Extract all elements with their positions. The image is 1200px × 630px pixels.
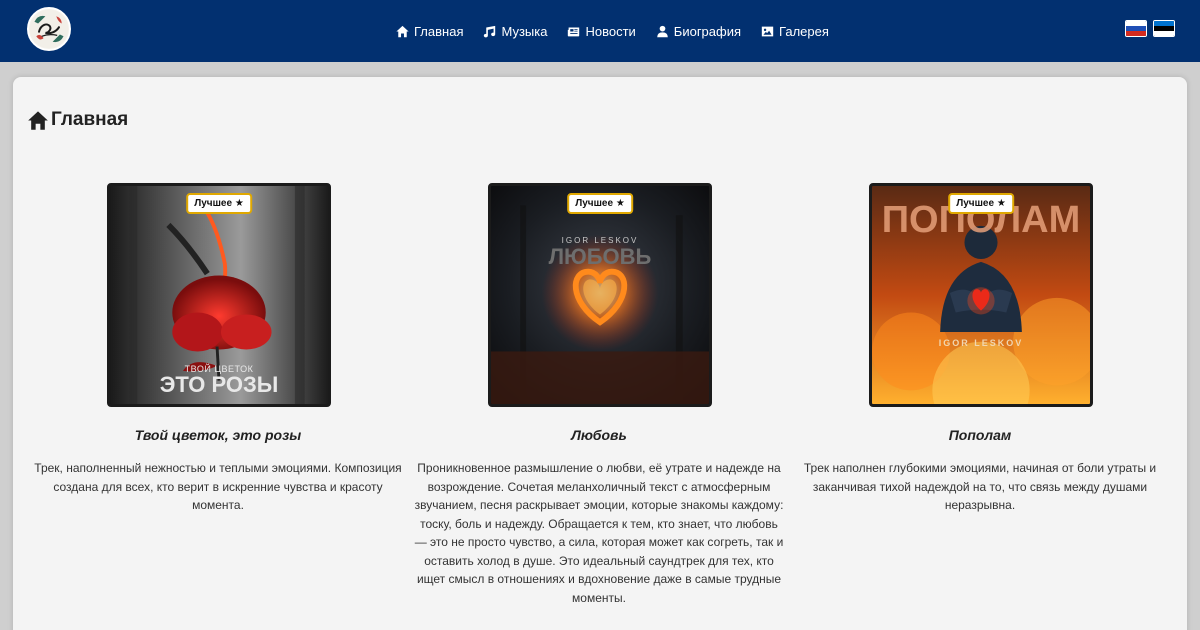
image-icon bbox=[761, 26, 774, 36]
flag-et-button[interactable] bbox=[1153, 20, 1175, 37]
user-icon bbox=[657, 25, 668, 37]
track-cover[interactable]: ТВОЙ ЦВЕТОК ЭТО РОЗЫ Лучшее ★ bbox=[107, 183, 331, 407]
cover-caption-artist: IGOR LESKOV bbox=[938, 338, 1024, 348]
leskov-logo-image bbox=[29, 9, 69, 49]
home-icon bbox=[396, 25, 409, 37]
home-icon bbox=[28, 110, 48, 130]
nav-item-label: Главная bbox=[414, 23, 464, 39]
nav-item-gallery[interactable]: Галерея bbox=[761, 24, 829, 39]
track-title[interactable]: Любовь bbox=[408, 427, 790, 443]
flag-stripe bbox=[1154, 31, 1174, 36]
nav-item-biography[interactable]: Биография bbox=[656, 24, 741, 39]
main-nav: Главная Музыка Новости Биография Галерея bbox=[396, 22, 829, 40]
cover-art-fire-heart bbox=[491, 186, 709, 404]
best-badge: Лучшее ★ bbox=[567, 193, 633, 214]
nav-item-home[interactable]: Главная bbox=[396, 24, 463, 39]
best-badge: Лучшее ★ bbox=[948, 193, 1014, 214]
music-note-icon bbox=[484, 25, 496, 37]
page-title: Главная bbox=[27, 109, 128, 131]
track-cover[interactable]: ПОПОЛАМ IGOR LESKOV Лучшее ★ bbox=[869, 183, 1093, 407]
site-logo[interactable] bbox=[27, 7, 71, 51]
nav-item-music[interactable]: Музыка bbox=[483, 24, 547, 39]
track-title[interactable]: Пополам bbox=[789, 427, 1171, 443]
nav-item-news[interactable]: Новости bbox=[567, 23, 636, 39]
top-navbar: Главная Музыка Новости Биография Галерея bbox=[0, 0, 1200, 62]
language-switcher bbox=[1125, 20, 1175, 37]
track-description: Проникновенное размышление о любви, её у… bbox=[414, 461, 784, 605]
nav-item-label: Биография bbox=[673, 23, 742, 39]
best-badge: Лучшее ★ bbox=[186, 193, 252, 214]
nav-item-label: Новости bbox=[585, 23, 636, 39]
cover-caption-big: ЛЮБОВЬ bbox=[548, 244, 652, 269]
flag-ru-button[interactable] bbox=[1125, 20, 1147, 37]
page-title-text: Главная bbox=[51, 109, 129, 130]
cover-caption-big: ЭТО РОЗЫ bbox=[159, 372, 279, 397]
track-cover[interactable]: IGOR LESKOV ЛЮБОВЬ Лучшее ★ bbox=[488, 183, 712, 407]
flag-stripe bbox=[1126, 31, 1146, 36]
main-panel: Главная ТВОЙ ЦВЕТОК ЭТО РОЗЫ Лучшее ★ Тв… bbox=[13, 77, 1187, 630]
newspaper-icon bbox=[568, 26, 580, 36]
nav-item-label: Галерея bbox=[779, 23, 829, 39]
track-title[interactable]: Твой цветок, это розы bbox=[27, 427, 409, 443]
track-description: Трек, наполненный нежностью и теплыми эм… bbox=[34, 461, 402, 512]
cover-caption: ТВОЙ ЦВЕТОК ЭТО РОЗЫ bbox=[110, 364, 328, 396]
nav-item-label: Музыка bbox=[501, 23, 548, 39]
cover-caption: IGOR LESKOV ЛЮБОВЬ bbox=[491, 236, 709, 269]
track-description: Трек наполнен глубокими эмоциями, начина… bbox=[803, 461, 1157, 512]
